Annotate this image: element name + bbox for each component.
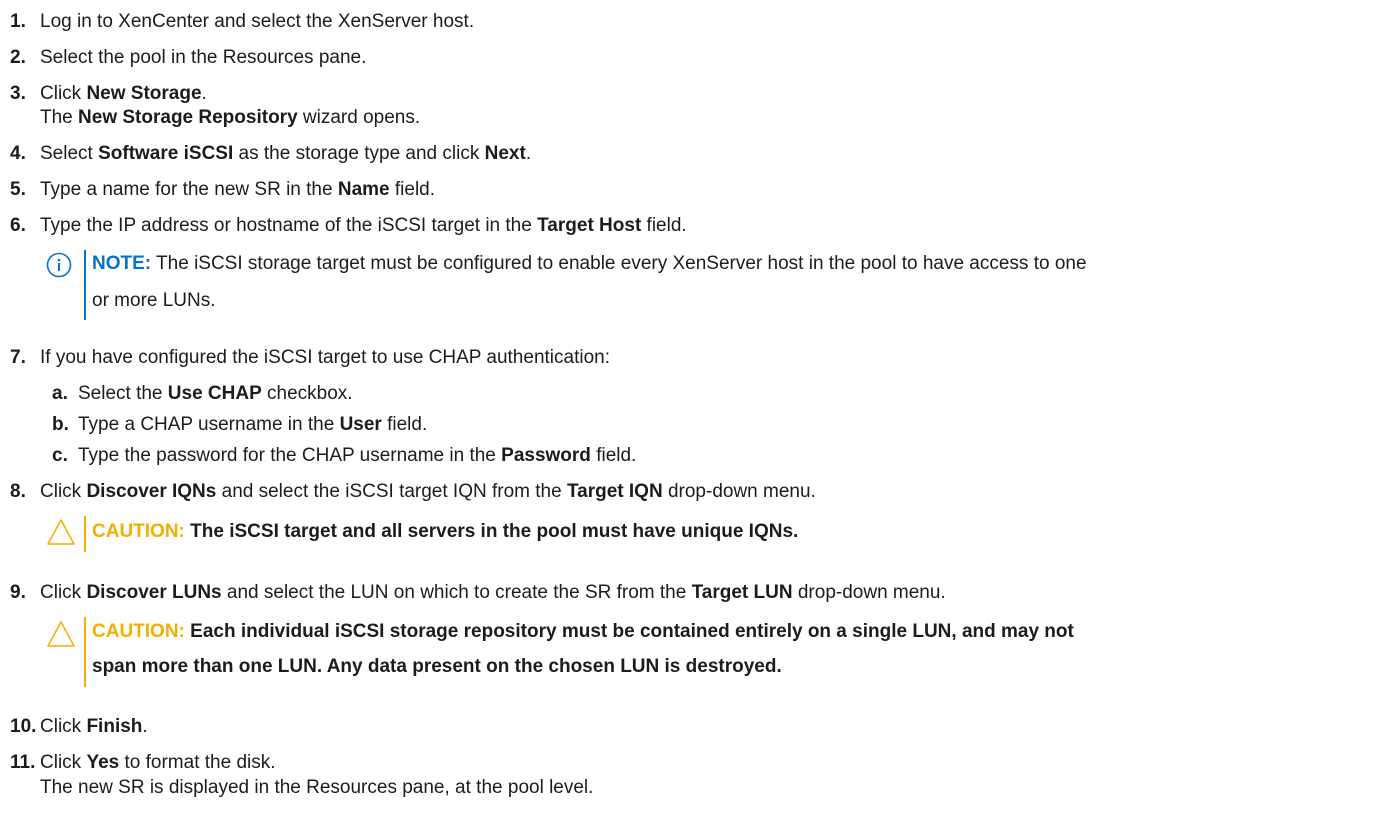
step-number: 10. <box>10 716 37 737</box>
info-circle-icon <box>46 252 72 284</box>
step-number: 8. <box>10 481 26 502</box>
step-text: Click Discover LUNs and select the LUN o… <box>40 582 946 603</box>
step-result-text: The New Storage Repository wizard opens. <box>40 107 421 128</box>
substep-text: Type the password for the CHAP username … <box>78 445 637 466</box>
note-text: The iSCSI storage target must be configu… <box>151 253 1087 274</box>
step-text: Select Software iSCSI as the storage typ… <box>40 143 532 164</box>
caution-label: CAUTION: <box>92 521 185 542</box>
step-number: 6. <box>10 215 26 236</box>
note-bar <box>84 250 86 320</box>
step-number: 5. <box>10 179 26 200</box>
step-text: Click Finish. <box>40 716 148 737</box>
step-number: 9. <box>10 582 26 603</box>
step-text: Log in to XenCenter and select the XenSe… <box>40 11 475 32</box>
substep-text: Select the Use CHAP checkbox. <box>78 383 353 404</box>
step-text: Click Discover IQNs and select the iSCSI… <box>40 481 816 502</box>
note-text: or more LUNs. <box>92 290 216 311</box>
step-number: 1. <box>10 11 26 32</box>
step-text: Select the pool in the Resources pane. <box>40 47 367 68</box>
caution-bar <box>84 516 86 552</box>
step-text: If you have configured the iSCSI target … <box>40 347 610 368</box>
step-number: 7. <box>10 347 26 368</box>
caution-text: The iSCSI target and all servers in the … <box>184 521 799 542</box>
substep-text: Type a CHAP username in the User field. <box>78 414 428 435</box>
step-number: 3. <box>10 83 26 104</box>
caution-label: CAUTION: <box>92 621 185 642</box>
step-text: Click Yes to format the disk. <box>40 752 276 773</box>
caution-text: Each individual iSCSI storage repository… <box>184 621 1074 642</box>
step-number: 2. <box>10 47 26 68</box>
step-number: 11. <box>10 752 36 773</box>
warning-triangle-icon <box>46 620 76 654</box>
step-text: Type a name for the new SR in the Name f… <box>40 179 436 200</box>
step-number: 4. <box>10 143 26 164</box>
caution-bar <box>84 617 86 687</box>
warning-triangle-icon <box>46 518 76 552</box>
step-result-text: The new SR is displayed in the Resources… <box>40 777 594 798</box>
step-text: Click New Storage. <box>40 83 207 104</box>
note-label: NOTE: <box>92 253 152 274</box>
caution-text: span more than one LUN. Any data present… <box>92 656 782 677</box>
step-text: Type the IP address or hostname of the i… <box>40 215 687 236</box>
